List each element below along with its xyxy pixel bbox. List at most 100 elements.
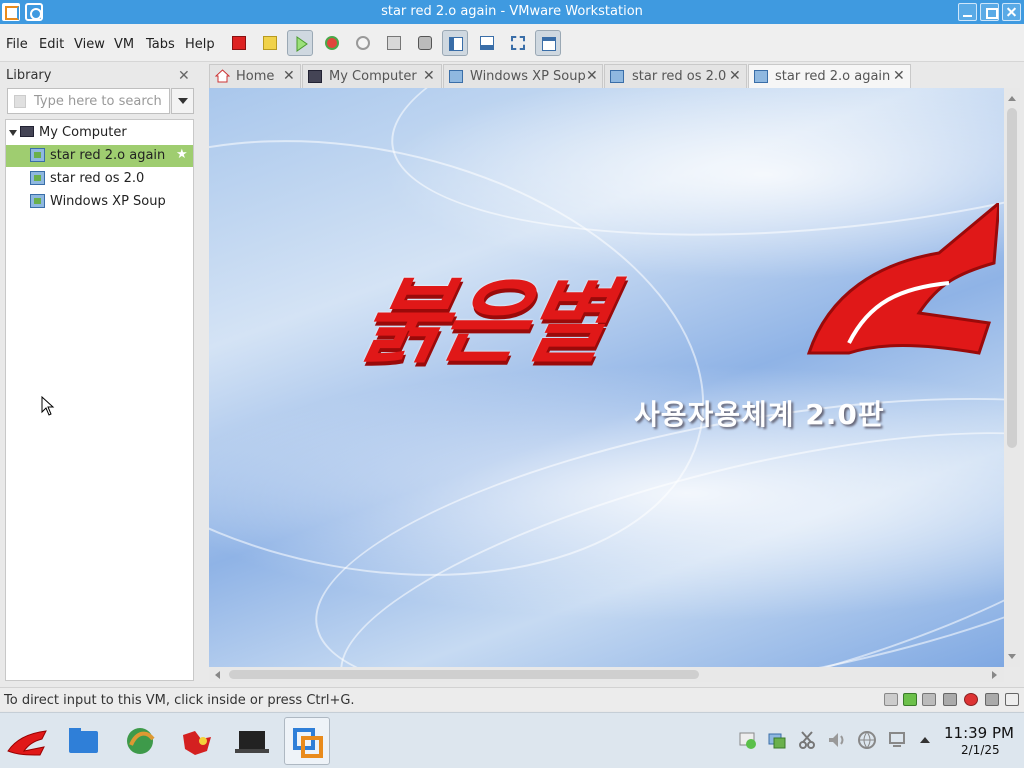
menu-toolbar: File Edit View VM Tabs Help xyxy=(0,24,1024,62)
menu-view[interactable]: View xyxy=(74,37,105,52)
vmware-icon[interactable] xyxy=(284,717,330,765)
menu-tabs[interactable]: Tabs xyxy=(146,37,175,52)
clock-date[interactable]: 2/1/25 xyxy=(961,743,1000,757)
vm-icon xyxy=(610,70,624,83)
network-adapter-icon[interactable] xyxy=(922,693,936,706)
tab-bar: Home ✕ My Computer ✕ Windows XP Soup ✕ s… xyxy=(209,64,1004,88)
minimize-button[interactable] xyxy=(958,3,977,21)
fullscreen-icon[interactable] xyxy=(505,30,531,56)
globe-icon[interactable] xyxy=(857,730,877,750)
start-menu-icon[interactable] xyxy=(4,717,50,765)
play-icon[interactable] xyxy=(287,30,313,56)
printer-icon[interactable] xyxy=(985,693,999,706)
tab-star-red-again[interactable]: star red 2.o again ✕ xyxy=(748,64,911,88)
show-hidden-icons-icon[interactable] xyxy=(920,737,930,743)
red-star-logo xyxy=(806,203,999,355)
power-off-icon[interactable] xyxy=(226,30,252,56)
computer-icon xyxy=(308,70,322,83)
search-icon xyxy=(14,95,26,108)
vm-icon xyxy=(30,194,45,208)
taskbar: 11:39 PM 2/1/25 xyxy=(0,712,1024,768)
menu-help[interactable]: Help xyxy=(185,37,215,52)
title-bar: star red 2.o again - VMware Workstation xyxy=(0,0,1024,24)
scrollbar-thumb[interactable] xyxy=(229,670,699,679)
usb-device-icon[interactable] xyxy=(943,693,957,706)
search-dropdown-button[interactable] xyxy=(171,88,194,114)
scroll-right-icon[interactable] xyxy=(992,671,997,679)
vm-icon xyxy=(30,148,45,162)
snapshot-manager-icon[interactable] xyxy=(381,30,407,56)
horizontal-scrollbar[interactable] xyxy=(209,667,1004,682)
tab-close-icon[interactable]: ✕ xyxy=(729,68,741,84)
mouse-cursor-icon xyxy=(41,396,55,416)
unity-icon[interactable] xyxy=(535,30,561,56)
library-close-icon[interactable]: ✕ xyxy=(178,68,190,84)
tab-label: My Computer xyxy=(329,69,417,84)
tree-item-my-computer[interactable]: My Computer xyxy=(6,122,193,144)
close-button[interactable] xyxy=(1002,3,1021,21)
vm-tray-icon[interactable] xyxy=(767,730,787,750)
message-log-icon[interactable] xyxy=(1005,693,1019,706)
tab-close-icon[interactable]: ✕ xyxy=(893,68,905,84)
scroll-left-icon[interactable] xyxy=(215,671,220,679)
os-subtitle: 사용자용체계 2.0판 xyxy=(634,398,885,431)
clock-time[interactable]: 11:39 PM xyxy=(944,724,1014,742)
vm-display[interactable]: 붉은별 사용자용체계 2.0판 xyxy=(209,88,1004,667)
cd-dvd-icon[interactable] xyxy=(903,693,917,706)
status-text: To direct input to this VM, click inside… xyxy=(4,693,355,708)
revert-icon[interactable] xyxy=(350,30,376,56)
scissors-icon[interactable] xyxy=(797,730,817,750)
volume-icon[interactable] xyxy=(827,730,847,750)
app-icon[interactable] xyxy=(173,717,219,765)
tree-item-label: star red 2.o again xyxy=(50,148,166,163)
tab-home[interactable]: Home ✕ xyxy=(209,64,301,88)
menu-edit[interactable]: Edit xyxy=(39,37,64,52)
tree-item-vm[interactable]: star red os 2.0 xyxy=(6,168,193,190)
thumbnail-bar-icon[interactable] xyxy=(474,30,500,56)
tab-my-computer[interactable]: My Computer ✕ xyxy=(302,64,442,88)
tab-windows-xp-soup[interactable]: Windows XP Soup ✕ xyxy=(443,64,603,88)
tree-item-label: My Computer xyxy=(39,125,127,140)
scrollbar-thumb[interactable] xyxy=(1007,108,1017,448)
vm-icon xyxy=(30,171,45,185)
suspend-icon[interactable] xyxy=(257,30,283,56)
browser-icon[interactable] xyxy=(117,717,163,765)
expand-arrow-icon[interactable] xyxy=(9,130,17,136)
tree-item-vm[interactable]: Windows XP Soup xyxy=(6,191,193,213)
tab-label: star red 2.o again xyxy=(775,69,891,84)
file-manager-icon[interactable] xyxy=(60,717,106,765)
library-search-input[interactable]: Type here to search xyxy=(7,88,170,114)
snapshot-icon[interactable] xyxy=(319,30,345,56)
os-logo-text: 붉은별 xyxy=(350,269,616,376)
tab-close-icon[interactable]: ✕ xyxy=(586,68,598,84)
update-icon[interactable] xyxy=(738,730,758,750)
network-icon[interactable] xyxy=(887,730,907,750)
tree-item-label: star red os 2.0 xyxy=(50,171,145,186)
maximize-button[interactable] xyxy=(980,3,999,21)
menu-file[interactable]: File xyxy=(6,37,28,52)
vm-icon xyxy=(449,70,463,83)
window-title: star red 2.o again - VMware Workstation xyxy=(381,4,643,19)
terminal-icon[interactable] xyxy=(229,717,275,765)
library-tree: My Computer star red 2.o again ★ star re… xyxy=(5,119,194,681)
favorite-star-icon[interactable]: ★ xyxy=(176,147,188,162)
library-panel: Library ✕ Type here to search My Compute… xyxy=(5,64,194,681)
tab-label: Windows XP Soup xyxy=(470,69,586,84)
tree-item-label: Windows XP Soup xyxy=(50,194,166,209)
library-view-icon[interactable] xyxy=(442,30,468,56)
scroll-down-icon[interactable] xyxy=(1008,654,1016,659)
hard-disk-icon[interactable] xyxy=(884,693,898,706)
capture-icon[interactable] xyxy=(412,30,438,56)
library-title: Library xyxy=(6,68,52,83)
tab-close-icon[interactable]: ✕ xyxy=(283,68,295,84)
scroll-up-icon[interactable] xyxy=(1008,96,1016,101)
tree-item-vm[interactable]: star red 2.o again ★ xyxy=(6,145,193,167)
computer-icon xyxy=(20,126,34,137)
tab-label: star red os 2.0 xyxy=(632,69,727,84)
tab-star-red-os[interactable]: star red os 2.0 ✕ xyxy=(604,64,747,88)
tab-close-icon[interactable]: ✕ xyxy=(423,68,435,84)
vm-icon xyxy=(754,70,768,83)
vertical-scrollbar[interactable] xyxy=(1004,88,1020,667)
sound-card-icon[interactable] xyxy=(964,693,978,706)
menu-vm[interactable]: VM xyxy=(114,37,134,52)
